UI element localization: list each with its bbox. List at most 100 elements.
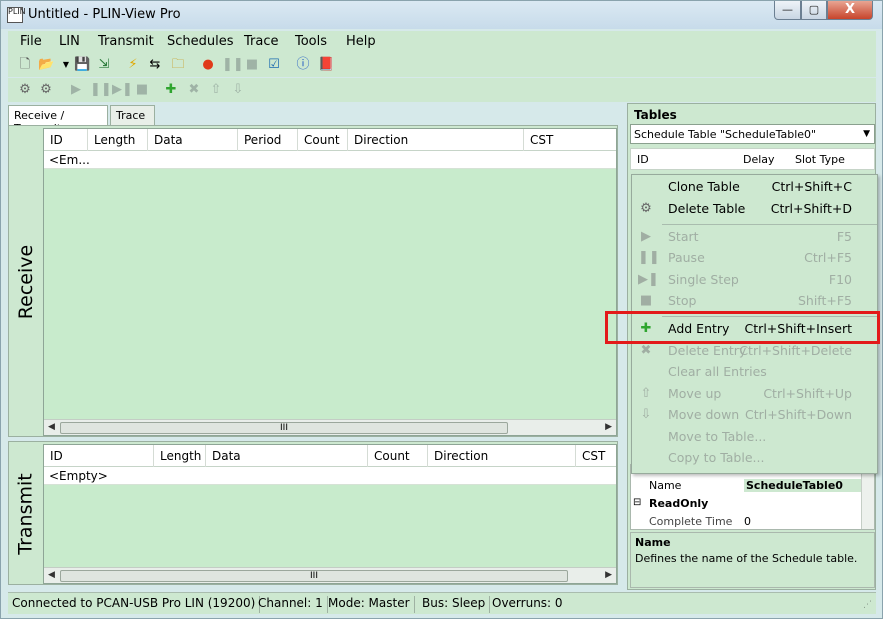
col-delay[interactable]: Delay	[743, 153, 775, 166]
menu-item-delete-entry[interactable]: ✖ Delete Entry Ctrl+Shift+Delete	[632, 341, 879, 362]
menu-item-delete-table[interactable]: ⚙ Delete Table Ctrl+Shift+D	[632, 199, 879, 220]
app-window: PLIN Untitled - PLIN-View Pro — ▢ X File…	[0, 0, 883, 619]
menu-help[interactable]: Help	[346, 34, 376, 49]
menu-item-pause[interactable]: ❚❚ Pause Ctrl+F5	[632, 248, 879, 269]
folder-settings-icon[interactable]: 🗀	[170, 57, 186, 73]
menu-item-start[interactable]: ▶ Start F5	[632, 227, 879, 248]
move-down-icon[interactable]: ⇩	[230, 82, 246, 98]
collapse-icon[interactable]: ⊟	[633, 497, 641, 508]
pause-icon[interactable]: ❚❚	[222, 57, 244, 73]
col-id[interactable]: ID	[44, 445, 154, 467]
menu-item-label: Pause	[668, 250, 705, 265]
step-icon: ▶❚	[638, 272, 659, 287]
property-vscrollbar[interactable]	[861, 465, 874, 529]
schedule-clone-icon[interactable]: ⚙	[17, 82, 33, 98]
stop-schedule-icon[interactable]: ■	[134, 82, 150, 98]
move-up-icon[interactable]: ⇧	[208, 82, 224, 98]
title-bar[interactable]: PLIN Untitled - PLIN-View Pro — ▢ X	[1, 1, 882, 29]
menu-item-move-down[interactable]: ⇩ Move down Ctrl+Shift+Down	[632, 405, 879, 426]
col-data[interactable]: Data	[206, 445, 368, 467]
menu-schedules[interactable]: Schedules	[167, 34, 234, 49]
col-data[interactable]: Data	[148, 129, 238, 151]
open-folder-icon[interactable]: 📂	[38, 57, 54, 73]
book-icon[interactable]: 📕	[318, 57, 334, 73]
tab-trace[interactable]: Trace	[110, 105, 155, 125]
schedule-delete-icon[interactable]: ⚙	[38, 82, 54, 98]
property-value[interactable]: 0	[744, 515, 751, 528]
new-file-icon[interactable]: 🗋	[17, 57, 33, 73]
menu-item-clone-table[interactable]: Clone Table Ctrl+Shift+C	[632, 177, 879, 198]
maximize-button[interactable]: ▢	[801, 1, 827, 20]
col-id[interactable]: ID	[637, 153, 649, 166]
scroll-right-icon[interactable]: ▶	[605, 570, 612, 580]
property-category[interactable]: ⊟ ReadOnly	[631, 495, 863, 512]
connect-arrows-icon[interactable]: ⇆	[147, 57, 163, 73]
col-cst[interactable]: CST	[576, 445, 618, 467]
table-row[interactable]: <Em...	[44, 151, 616, 169]
menu-file[interactable]: File	[20, 34, 42, 49]
menu-item-label: Delete Table	[668, 201, 746, 216]
receive-scroll-thumb[interactable]: III	[60, 422, 508, 434]
close-button[interactable]: X	[827, 1, 873, 20]
col-length[interactable]: Length	[154, 445, 206, 467]
menu-item-copy-to-table[interactable]: Copy to Table...	[632, 448, 879, 469]
col-count[interactable]: Count	[368, 445, 428, 467]
scroll-right-icon[interactable]: ▶	[605, 422, 612, 432]
check-list-icon[interactable]: ☑	[266, 57, 282, 73]
add-entry-icon[interactable]: ✚	[163, 82, 179, 98]
col-direction[interactable]: Direction	[348, 129, 524, 151]
col-slot-type[interactable]: Slot Type	[795, 153, 845, 166]
delete-entry-icon[interactable]: ✖	[186, 82, 202, 98]
stop-icon: ■	[639, 293, 653, 308]
app-logo-icon: PLIN	[7, 7, 26, 23]
menu-trace[interactable]: Trace	[244, 34, 279, 49]
tab-receive-transmit[interactable]: Receive / Transmit	[8, 105, 108, 135]
col-direction[interactable]: Direction	[428, 445, 576, 467]
pause-schedule-icon[interactable]: ❚❚	[90, 82, 112, 98]
menu-item-stop[interactable]: ■ Stop Shift+F5	[632, 291, 879, 312]
minimize-button[interactable]: —	[774, 1, 801, 20]
play-icon[interactable]: ▶	[68, 82, 84, 98]
menu-tools[interactable]: Tools	[295, 34, 327, 49]
scroll-left-icon[interactable]: ◀	[48, 422, 55, 432]
menu-item-label: Move down	[668, 407, 740, 422]
step-icon[interactable]: ▶❚	[112, 82, 133, 98]
receive-hscrollbar[interactable]: ◀ III ▶	[44, 419, 616, 435]
property-value[interactable]: ScheduleTable0	[744, 479, 862, 492]
save-icon[interactable]: 💾	[74, 57, 90, 73]
property-row[interactable]: Name ScheduleTable0	[631, 477, 863, 494]
menu-item-shortcut: Ctrl+F5	[804, 250, 852, 265]
stop-icon[interactable]: ■	[244, 57, 260, 73]
pause-icon: ❚❚	[638, 250, 660, 265]
menu-item-move-up[interactable]: ⇧ Move up Ctrl+Shift+Up	[632, 384, 879, 405]
property-row[interactable]: Complete Time 0	[631, 513, 863, 530]
menu-item-label: Start	[668, 229, 699, 244]
col-length[interactable]: Length	[88, 129, 148, 151]
col-count[interactable]: Count	[298, 129, 348, 151]
menu-item-shortcut: Ctrl+Shift+D	[770, 201, 852, 216]
lightning-icon[interactable]: ⚡	[125, 57, 141, 73]
transmit-grid[interactable]: ID Length Data Count Direction CST <Empt…	[43, 444, 617, 584]
menu-item-clear-all-entries[interactable]: Clear all Entries	[632, 362, 879, 383]
receive-label: Receive	[15, 244, 38, 320]
resize-grip-icon[interactable]: ⋰	[863, 600, 872, 610]
col-period[interactable]: Period	[238, 129, 298, 151]
info-icon[interactable]: ⓘ	[295, 57, 311, 73]
transmit-hscrollbar[interactable]: ◀ III ▶	[44, 567, 616, 583]
chevron-down-icon[interactable]: ▼	[863, 129, 870, 139]
chevron-down-icon[interactable]: ▼	[58, 57, 74, 73]
menu-item-single-step[interactable]: ▶❚ Single Step F10	[632, 270, 879, 291]
export-icon[interactable]: ⇲	[96, 57, 112, 73]
menu-transmit[interactable]: Transmit	[98, 34, 154, 49]
menu-item-move-to-table[interactable]: Move to Table...	[632, 427, 879, 448]
col-id[interactable]: ID	[44, 129, 88, 151]
menu-lin[interactable]: LIN	[59, 34, 80, 49]
transmit-scroll-thumb[interactable]: III	[60, 570, 568, 582]
receive-panel: Receive ID Length Data Period Count Dire…	[8, 125, 618, 437]
table-row[interactable]: <Empty>	[44, 467, 616, 485]
schedule-table-select[interactable]: Schedule Table "ScheduleTable0" ▼	[630, 124, 875, 144]
receive-grid[interactable]: ID Length Data Period Count Direction CS…	[43, 128, 617, 436]
col-cst[interactable]: CST	[524, 129, 618, 151]
scroll-left-icon[interactable]: ◀	[48, 570, 55, 580]
record-icon[interactable]: ●	[200, 57, 216, 73]
